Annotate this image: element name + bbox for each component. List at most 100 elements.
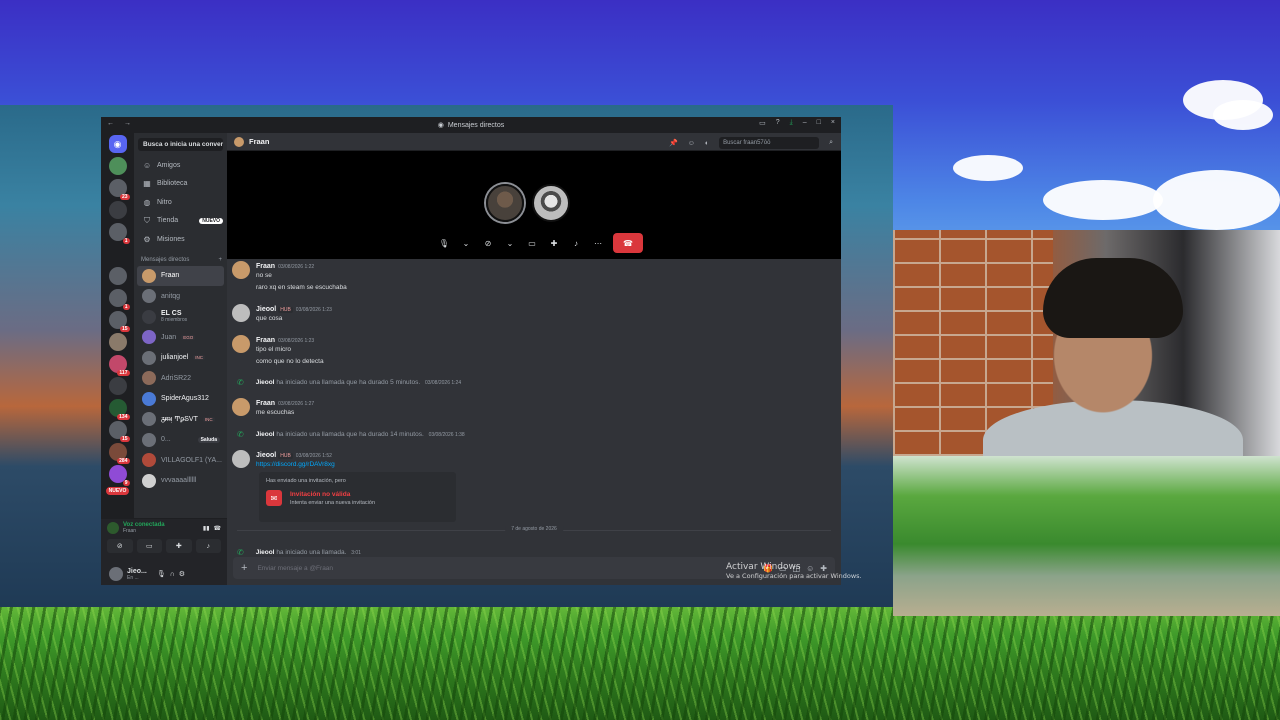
server-icon[interactable]: 284 (108, 443, 130, 464)
dm-user-item[interactable]: julianjoel INC (137, 348, 224, 369)
server-icon[interactable]: 15 (108, 311, 130, 332)
dm-user-item[interactable]: SpiderAgus312 (137, 389, 224, 410)
add-friend-icon[interactable]: ☺ (688, 140, 695, 147)
invalid-invite-icon: ✉ (266, 490, 282, 506)
nav-tienda[interactable]: ⛉ Tienda NUEVO (134, 212, 227, 231)
inbox-icon[interactable]: ▭ (759, 119, 766, 127)
search-icon[interactable]: ⌕ (829, 139, 833, 147)
nav-nitro[interactable]: ◍ Nitro (134, 193, 227, 212)
dm-user-item[interactable]: ᵹ̶ᵯᴉ Ͳϼ̶ЅVΤ INC (137, 409, 224, 430)
windows-activation-watermark: Activar Windows Ve a Configuración para … (726, 562, 862, 580)
soundboard-icon[interactable]: ♪ (195, 539, 221, 553)
microphone-icon[interactable]: 🎙 (437, 239, 451, 248)
download-icon[interactable]: ⤓ (790, 119, 793, 127)
user-bar: Jieo... En ... 🎙 ∩ ⚙ (101, 563, 227, 585)
screen-share-icon[interactable]: ▭ (525, 239, 539, 248)
profile-icon[interactable]: ◐ (705, 140, 709, 147)
avatar (107, 522, 119, 534)
discord-window: ← → ◉ Mensajes directos ▭ ? ⤓ – □ × ◉ 23… (101, 117, 841, 585)
avatar (142, 371, 156, 386)
message: Fraan 03/08/2026 1:22 no se raro xq en st… (232, 261, 347, 294)
server-icon[interactable] (108, 267, 127, 285)
webcam-overlay (893, 230, 1280, 456)
invite-card: Has enviado una invitación, pero ✉ Invit… (259, 472, 456, 522)
server-icon[interactable]: 134 (108, 399, 130, 420)
message: Fraan 03/08/2026 1:27 me escuchas (232, 398, 314, 419)
dm-search-input[interactable]: Busca o inicia una convers... (138, 138, 223, 151)
avatar[interactable] (232, 398, 250, 416)
nav-biblioteca[interactable]: ▦ Biblioteca (134, 175, 227, 194)
wallpaper-field (893, 456, 1280, 616)
nav-amigos[interactable]: ☺ Amigos (134, 156, 227, 175)
dm-user-item[interactable]: EL CS 8 miembros (137, 307, 224, 328)
server-icon[interactable]: 1 (108, 223, 130, 244)
server-icon[interactable]: 23 (108, 179, 130, 200)
system-message: ✆ Jieool ha iniciado una llamada que ha … (237, 378, 462, 387)
signal-icon[interactable]: ▮▮ (203, 525, 210, 532)
help-icon[interactable]: ? (776, 119, 780, 127)
soundboard-icon[interactable]: ♪ (569, 239, 583, 248)
dm-user-item[interactable]: Fraan (137, 265, 224, 286)
disconnect-icon[interactable]: ☎ (214, 525, 221, 532)
chevron-down-icon[interactable]: ⌄ (503, 239, 517, 248)
close-button[interactable]: × (831, 119, 835, 127)
attach-plus-icon[interactable]: + (241, 562, 247, 574)
message-list: Fraan 03/08/2026 1:22 no se raro xq en st… (227, 259, 841, 557)
avatar[interactable] (232, 261, 250, 279)
server-icon[interactable]: 15 (108, 421, 130, 442)
sky-clouds (893, 60, 1280, 240)
server-icon[interactable] (108, 333, 127, 351)
phone-icon: ✆ (237, 430, 244, 439)
activities-icon[interactable]: ✚ (547, 239, 561, 248)
server-icon[interactable] (108, 201, 127, 219)
discord-logo-icon: ◉ (437, 122, 444, 129)
user-name: Jieo... (127, 567, 147, 575)
server-icon[interactable]: 117 (108, 355, 130, 376)
message-search-input[interactable]: Buscar fraan57ōō (719, 137, 820, 149)
wave-button[interactable]: Saluda (197, 436, 220, 443)
headphones-icon[interactable]: ∩ (170, 571, 175, 578)
server-icon[interactable] (108, 377, 127, 395)
voice-panel: Voz conectada Fraan ▮▮ ☎ ⊘ ▭ ✚ ♪ (101, 518, 227, 563)
nav-misiones[interactable]: ⚙ Misiones (134, 230, 227, 249)
server-icon[interactable]: 9 (108, 465, 130, 486)
maximize-button[interactable]: □ (817, 119, 821, 127)
screen-share-icon[interactable]: ▭ (136, 539, 162, 553)
avatar (142, 268, 156, 283)
back-arrow-icon[interactable]: ← (107, 120, 114, 127)
avatar[interactable] (109, 567, 123, 581)
pin-icon[interactable]: 📌 (669, 139, 678, 147)
avatar[interactable] (232, 335, 250, 353)
home-button[interactable]: ◉ (108, 135, 127, 153)
message-input[interactable]: Enviar mensaje a @Fraan (257, 565, 333, 572)
settings-icon[interactable]: ⚙ (179, 570, 185, 578)
dm-user-item[interactable]: VILLAGOLF1 (YA... (137, 450, 224, 471)
more-icon[interactable]: ⋯ (591, 239, 605, 248)
server-icon[interactable] (108, 157, 127, 175)
call-avatar (532, 184, 570, 222)
dm-user-item[interactable]: 0... Saluda (137, 430, 224, 451)
invite-link[interactable]: https://discord.gg/rDAVr8xg (256, 459, 335, 471)
avatar[interactable] (232, 450, 250, 468)
dm-user-item[interactable]: anitqg (137, 286, 224, 307)
add-dm-button[interactable]: + (218, 257, 222, 263)
title-bar: ← → ◉ Mensajes directos ▭ ? ⤓ – □ × (101, 117, 841, 133)
camera-off-icon[interactable]: ⊘ (107, 539, 133, 553)
dm-user-item[interactable]: Juan EGO (137, 327, 224, 348)
chevron-down-icon[interactable]: ⌄ (459, 239, 473, 248)
hangup-button[interactable]: ☎ (613, 233, 643, 253)
activities-icon[interactable]: ✚ (166, 539, 192, 553)
avatar (142, 330, 156, 345)
dm-user-item[interactable]: vvvaaaallllll (137, 471, 224, 492)
server-icon[interactable]: 1 (108, 289, 130, 310)
dm-user-item[interactable]: AdriSR22 (137, 368, 224, 389)
avatar[interactable] (232, 304, 250, 322)
camera-off-icon[interactable]: ⊘ (481, 239, 495, 248)
system-message: ✆ Jieool ha iniciado una llamada. 3:01 (237, 548, 361, 557)
minimize-button[interactable]: – (803, 119, 807, 127)
library-icon: ▦ (143, 179, 151, 189)
avatar (142, 350, 156, 365)
microphone-icon[interactable]: 🎙 (157, 570, 166, 578)
forward-arrow-icon[interactable]: → (124, 120, 131, 127)
channel-header: Fraan 📌 ☺ ◐ Buscar fraan57ōō ⌕ (227, 133, 841, 151)
